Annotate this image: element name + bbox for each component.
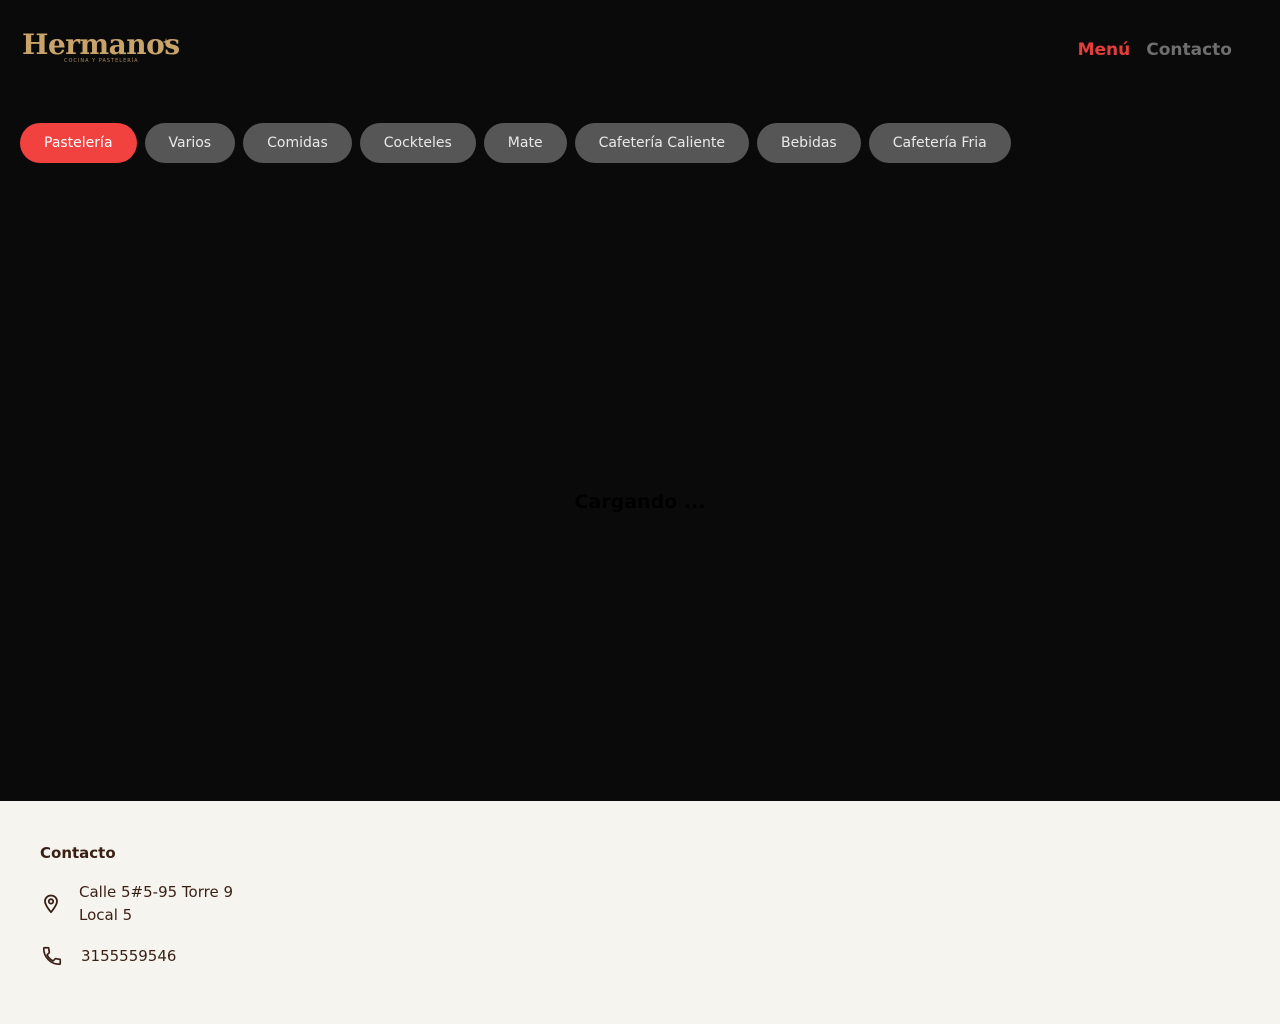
footer-title: Contacto bbox=[40, 844, 116, 862]
location-pin-icon bbox=[44, 894, 58, 914]
nav-contact-link[interactable]: Contacto bbox=[1146, 38, 1232, 62]
main-area: Hermanos COCINA Y PASTELERÍA Menú Contac… bbox=[0, 0, 1280, 801]
tab-cafeteria-caliente[interactable]: Cafetería Caliente bbox=[574, 123, 749, 163]
tab-bebidas[interactable]: Bebidas bbox=[756, 123, 861, 163]
tab-varios[interactable]: Varios bbox=[144, 123, 236, 163]
main-nav: Menú Contacto bbox=[1078, 38, 1232, 62]
brand-tagline: COCINA Y PASTELERÍA bbox=[64, 58, 139, 64]
phone-icon bbox=[42, 946, 62, 966]
tab-mate[interactable]: Mate bbox=[483, 123, 567, 163]
address-line-1: Calle 5#5-95 Torre 9 bbox=[79, 883, 233, 901]
site-header: Hermanos COCINA Y PASTELERÍA Menú Contac… bbox=[0, 0, 1280, 100]
tab-pasteleria[interactable]: Pastelería bbox=[20, 123, 137, 163]
brand-logo[interactable]: Hermanos COCINA Y PASTELERÍA bbox=[22, 28, 180, 70]
category-tabs: Pastelería Varios Comidas Cockteles Mate… bbox=[20, 123, 1011, 163]
address-text: Calle 5#5-95 Torre 9 Local 5 bbox=[79, 881, 233, 927]
phone-number[interactable]: 3155559546 bbox=[81, 945, 176, 967]
brand-name: Hermanos bbox=[22, 28, 180, 61]
loading-text: Cargando ... bbox=[574, 491, 706, 513]
sparkle-icon bbox=[162, 38, 170, 46]
tab-cockteles[interactable]: Cockteles bbox=[359, 123, 476, 163]
tab-cafeteria-fria[interactable]: Cafetería Fria bbox=[868, 123, 1011, 163]
tab-comidas[interactable]: Comidas bbox=[243, 123, 352, 163]
site-footer: Contacto Calle 5#5-95 Torre 9 Local 5 31… bbox=[0, 801, 1280, 1024]
nav-menu-link[interactable]: Menú bbox=[1078, 38, 1131, 62]
address-line-2: Local 5 bbox=[79, 906, 133, 924]
